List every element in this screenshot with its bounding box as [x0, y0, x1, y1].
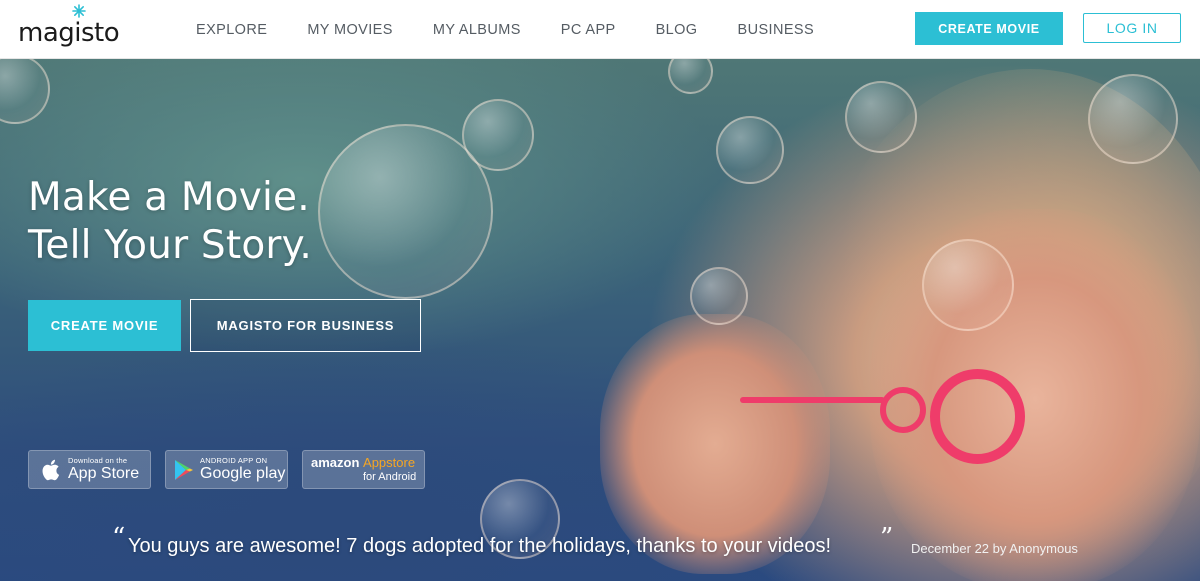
google-play-big-text: Google play [200, 465, 286, 482]
bubble-decoration [716, 116, 784, 184]
hero-banner: Make a Movie. Tell Your Story. CREATE MO… [0, 59, 1200, 581]
bubble-decoration [690, 267, 748, 325]
logo-text: magisto [18, 18, 120, 48]
testimonial-meta: December 22 by Anonymous [911, 541, 1078, 556]
headline-line-1: Make a Movie. [28, 175, 310, 220]
login-button[interactable]: LOG IN [1083, 13, 1181, 43]
testimonial: “ You guys are awesome! 7 dogs adopted f… [112, 523, 1112, 563]
hero-create-movie-button[interactable]: CREATE MOVIE [28, 300, 181, 351]
quote-open-mark: “ [112, 523, 126, 553]
nav-my-albums[interactable]: MY ALBUMS [433, 22, 521, 38]
amazon-for-android-text: for Android [363, 470, 417, 483]
nav-pc-app[interactable]: PC APP [561, 22, 616, 38]
google-play-badge[interactable]: ANDROID APP ON Google play [165, 450, 288, 489]
testimonial-text: You guys are awesome! 7 dogs adopted for… [128, 535, 832, 557]
bubble-decoration [922, 239, 1014, 331]
logo-sparkle-icon [72, 4, 86, 18]
amazon-appstore-text: Appstore [363, 454, 416, 470]
app-store-badge[interactable]: Download on the App Store [28, 450, 151, 489]
bubble-wand-ring [930, 369, 1025, 464]
google-play-icon [175, 459, 193, 480]
bubble-decoration [845, 81, 917, 153]
bubble-decoration [1088, 74, 1178, 164]
top-header: magisto EXPLORE MY MOVIES MY ALBUMS PC A… [0, 0, 1200, 59]
quote-close-mark: ” [880, 523, 894, 553]
apple-icon [42, 459, 60, 480]
bubble-decoration [0, 59, 50, 124]
bubble-wand-ring [880, 387, 926, 433]
amazon-brand-text: amazon [311, 454, 360, 470]
nav-blog[interactable]: BLOG [656, 22, 698, 38]
main-nav: EXPLORE MY MOVIES MY ALBUMS PC APP BLOG … [196, 0, 854, 59]
headline-line-2: Tell Your Story. [28, 223, 312, 268]
google-play-small-text: ANDROID APP ON [200, 456, 268, 465]
nav-explore[interactable]: EXPLORE [196, 22, 267, 38]
amazon-appstore-badge[interactable]: amazon Appstore for Android [302, 450, 425, 489]
header-create-movie-button[interactable]: CREATE MOVIE [915, 12, 1063, 45]
magisto-for-business-button[interactable]: MAGISTO FOR BUSINESS [190, 299, 421, 352]
bubble-decoration [668, 59, 713, 94]
nav-my-movies[interactable]: MY MOVIES [307, 22, 393, 38]
bubble-wand-stick [740, 397, 885, 403]
nav-business[interactable]: BUSINESS [738, 22, 815, 38]
magisto-logo[interactable]: magisto [18, 4, 120, 48]
app-store-big-text: App Store [68, 465, 140, 482]
hero-headline: Make a Movie. Tell Your Story. [28, 174, 312, 270]
app-store-small-text: Download on the [68, 456, 128, 465]
bubble-decoration [462, 99, 534, 171]
